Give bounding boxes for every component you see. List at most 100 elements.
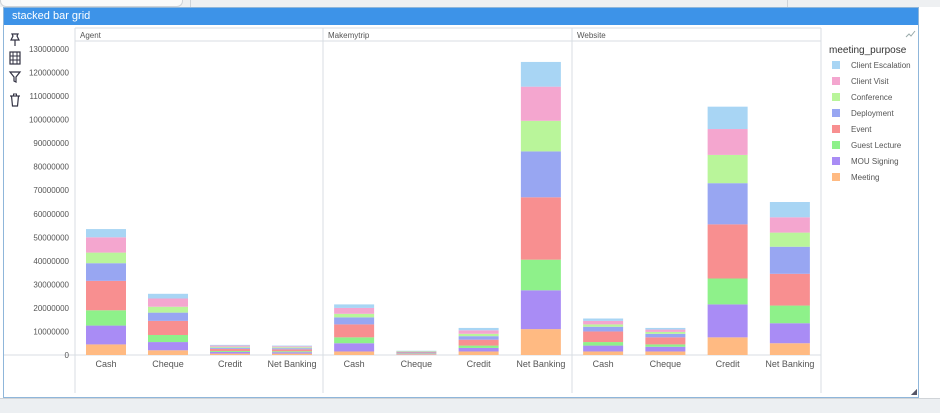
bar-segment[interactable] (210, 350, 250, 352)
bar-segment[interactable] (458, 333, 499, 337)
bar-segment[interactable] (272, 346, 312, 348)
bar-segment[interactable] (272, 352, 312, 354)
bar-segment[interactable] (148, 342, 188, 351)
bar-segment[interactable] (769, 246, 810, 274)
bar-segment[interactable] (583, 345, 624, 352)
bar-segment[interactable] (520, 61, 561, 87)
bar-segment[interactable] (583, 326, 624, 332)
bar-segment[interactable] (86, 263, 126, 281)
bar-segment[interactable] (334, 337, 375, 344)
bar-segment[interactable] (458, 336, 499, 340)
bar-segment[interactable] (458, 345, 499, 348)
bar-segment[interactable] (707, 224, 748, 279)
bar-segment[interactable] (645, 333, 686, 338)
bar-segment[interactable] (707, 129, 748, 155)
bar-segment[interactable] (458, 339, 499, 346)
trash-icon[interactable] (7, 92, 23, 108)
bar-segment[interactable] (148, 298, 188, 307)
filter-icon[interactable] (7, 69, 23, 85)
bar-segment[interactable] (148, 293, 188, 299)
bar-segment[interactable] (583, 342, 624, 346)
bar-segment[interactable] (396, 352, 437, 354)
browser-tab[interactable] (0, 0, 183, 7)
bar-segment[interactable] (396, 351, 437, 352)
bar-segment[interactable] (458, 330, 499, 334)
bar-segment[interactable] (210, 344, 250, 346)
bar-segment[interactable] (520, 86, 561, 121)
bar-segment[interactable] (458, 351, 499, 355)
bar-segment[interactable] (520, 329, 561, 355)
bar-segment[interactable] (148, 334, 188, 343)
bar-segment[interactable] (86, 325, 126, 345)
bar-segment[interactable] (645, 331, 686, 334)
bar-segment[interactable] (707, 337, 748, 355)
bar-segment[interactable] (520, 290, 561, 330)
bar-segment[interactable] (396, 353, 437, 355)
bar-segment[interactable] (520, 197, 561, 260)
bar-segment[interactable] (272, 348, 312, 350)
bar-segment[interactable] (769, 202, 810, 218)
bar-segment[interactable] (334, 307, 375, 314)
bar-segment[interactable] (86, 252, 126, 264)
bar-segment[interactable] (583, 320, 624, 325)
bar-segment[interactable] (769, 217, 810, 233)
bar-segment[interactable] (334, 324, 375, 338)
bar-segment[interactable] (583, 318, 624, 321)
bar-segment[interactable] (334, 304, 375, 308)
bar-segment[interactable] (769, 323, 810, 344)
bar-segment[interactable] (707, 183, 748, 225)
bar-segment[interactable] (645, 344, 686, 347)
bar-segment[interactable] (707, 154, 748, 184)
bar-segment[interactable] (148, 350, 188, 355)
bar-segment[interactable] (86, 310, 126, 326)
bar-segment[interactable] (769, 273, 810, 306)
trend-line-icon[interactable] (905, 30, 916, 38)
bar-segment[interactable] (86, 237, 126, 253)
bar-segment[interactable] (334, 343, 375, 352)
bar-segment[interactable] (645, 329, 686, 332)
bar-segment[interactable] (148, 312, 188, 321)
resize-handle-icon[interactable]: ◢ (911, 387, 917, 396)
bar-segment[interactable] (272, 345, 312, 347)
pin-icon[interactable] (7, 32, 23, 48)
bar-segment[interactable] (707, 278, 748, 305)
bar-segment[interactable] (272, 353, 312, 355)
bar-segment[interactable] (334, 317, 375, 325)
bar-segment[interactable] (458, 327, 499, 331)
bar-segment[interactable] (583, 331, 624, 343)
bar-segment[interactable] (769, 305, 810, 324)
bar-segment[interactable] (520, 120, 561, 152)
bar-segment[interactable] (583, 351, 624, 355)
bar-segment[interactable] (210, 353, 250, 355)
bar-segment[interactable] (769, 232, 810, 247)
bar-segment[interactable] (148, 306, 188, 313)
bar-segment[interactable] (272, 349, 312, 352)
bar-segment[interactable] (272, 347, 312, 349)
bar-segment[interactable] (210, 351, 250, 354)
bar-segment[interactable] (520, 259, 561, 291)
bar-segment[interactable] (583, 324, 624, 327)
bar-segment[interactable] (210, 346, 250, 348)
bar-segment[interactable] (210, 348, 250, 351)
bar-segment[interactable] (148, 320, 188, 335)
bar-segment[interactable] (86, 280, 126, 311)
bar-segment[interactable] (210, 347, 250, 349)
bar-segment[interactable] (458, 347, 499, 352)
bar-segment[interactable] (707, 304, 748, 338)
bar-segment[interactable] (769, 343, 810, 355)
bar-segment[interactable] (396, 354, 437, 355)
bar-segment[interactable] (86, 229, 126, 238)
bar-segment[interactable] (707, 106, 748, 130)
bar-segment[interactable] (396, 353, 437, 354)
bar-segment[interactable] (645, 346, 686, 352)
bar-segment[interactable] (334, 351, 375, 355)
bar-segment[interactable] (520, 151, 561, 198)
grid-icon[interactable] (7, 50, 23, 66)
bar-segment[interactable] (334, 313, 375, 318)
bar-segment[interactable] (396, 350, 437, 352)
bar-segment[interactable] (210, 345, 250, 347)
bar-segment[interactable] (645, 351, 686, 355)
bar-segment[interactable] (272, 351, 312, 353)
bar-segment[interactable] (645, 337, 686, 345)
bar-segment[interactable] (396, 351, 437, 353)
